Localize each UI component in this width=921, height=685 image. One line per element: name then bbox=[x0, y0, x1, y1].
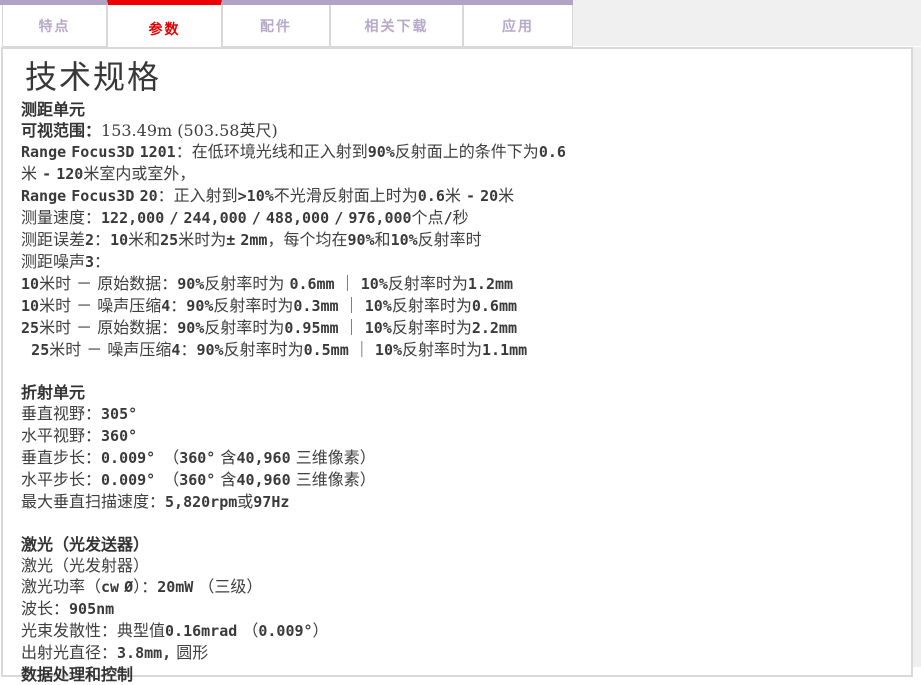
content-panel: 技术规格 测距单元可视范围：153.49m (503.58英尺)Range Fo… bbox=[1, 47, 913, 677]
tab-features[interactable]: 特点 bbox=[2, 5, 107, 47]
tab-parameters[interactable]: 参数 bbox=[107, 0, 222, 52]
spec-line: Range Focus3D 1201：在低环境光线和正入射到90%反射面上的条件… bbox=[21, 141, 893, 163]
spec-line: 25米时 － 原始数据：90%反射率时为0.95mm ｜ 10%反射率时为2.2… bbox=[21, 317, 893, 339]
spec-line: 光束发散性：典型值0.16mrad （0.009°） bbox=[21, 620, 893, 642]
spec-line: 可视范围：153.49m (503.58英尺) bbox=[21, 120, 893, 141]
spec-line: 激光功率（cw Ø）：20mW （三级） bbox=[21, 576, 893, 598]
spec-line: 最大垂直扫描速度：5,820rpm或97Hz bbox=[21, 491, 893, 513]
spec-line: 垂直视野：305° bbox=[21, 403, 893, 425]
spec-line: 10米时 － 原始数据：90%反射率时为 0.6mm ｜ 10%反射率时为1.2… bbox=[21, 273, 893, 295]
spec-section: 激光（光发送器）激光（光发射器）激光功率（cw Ø）：20mW （三级）波长：9… bbox=[21, 534, 893, 664]
page-title: 技术规格 bbox=[25, 57, 893, 97]
tab-accessories[interactable]: 配件 bbox=[222, 5, 330, 47]
section-header: 测距单元 bbox=[21, 99, 893, 120]
spec-line: 米 - 120米室内或室外， bbox=[21, 163, 893, 185]
section-header: 数据处理和控制 bbox=[21, 664, 893, 685]
spec-section: 数据处理和控制 bbox=[21, 664, 893, 685]
spec-sections: 测距单元可视范围：153.49m (503.58英尺)Range Focus3D… bbox=[21, 99, 893, 685]
spec-section: 测距单元可视范围：153.49m (503.58英尺)Range Focus3D… bbox=[21, 99, 893, 361]
spec-section: 折射单元垂直视野：305°水平视野：360°垂直步长：0.009° （360° … bbox=[21, 382, 893, 513]
tab-label: 相关下载 bbox=[365, 16, 429, 36]
spec-line: 25米时 － 噪声压缩4：90%反射率时为0.5mm ｜ 10%反射率时为1.1… bbox=[21, 339, 893, 361]
tab-label: 应用 bbox=[502, 16, 534, 36]
section-header: 激光（光发送器） bbox=[21, 534, 893, 555]
right-margin bbox=[913, 47, 921, 667]
spec-line: 出射光直径：3.8mm, 圆形 bbox=[21, 642, 893, 664]
section-header: 折射单元 bbox=[21, 382, 893, 403]
tab-downloads[interactable]: 相关下载 bbox=[330, 5, 463, 47]
spec-line: 测距误差2：10米和25米时为± 2mm，每个均在90%和10%反射率时 bbox=[21, 229, 893, 251]
tab-label: 配件 bbox=[260, 16, 292, 36]
spec-line: 激光（光发射器） bbox=[21, 555, 893, 576]
spec-line: 垂直步长：0.009° （360° 含40,960 三维像素） bbox=[21, 447, 893, 469]
tab-bar: 特点 参数 配件 相关下载 应用 bbox=[2, 5, 573, 52]
spec-line: 10米时 － 噪声压缩4：90%反射率时为0.3mm ｜ 10%反射率时为0.6… bbox=[21, 295, 893, 317]
tab-label: 特点 bbox=[39, 16, 71, 36]
tab-applications[interactable]: 应用 bbox=[463, 5, 573, 47]
tabbar-background bbox=[573, 0, 921, 46]
spec-line: 水平视野：360° bbox=[21, 425, 893, 447]
spec-line: Range Focus3D 20：正入射到>10%不光滑反射面上时为0.6米 -… bbox=[21, 185, 893, 207]
spec-line: 测距噪声3： bbox=[21, 251, 893, 273]
tab-label: 参数 bbox=[149, 19, 181, 39]
spec-line: 测量速度：122,000 / 244,000 / 488,000 / 976,0… bbox=[21, 207, 893, 229]
spec-line: 水平步长：0.009° （360° 含40,960 三维像素） bbox=[21, 469, 893, 491]
spec-line: 波长：905nm bbox=[21, 598, 893, 620]
